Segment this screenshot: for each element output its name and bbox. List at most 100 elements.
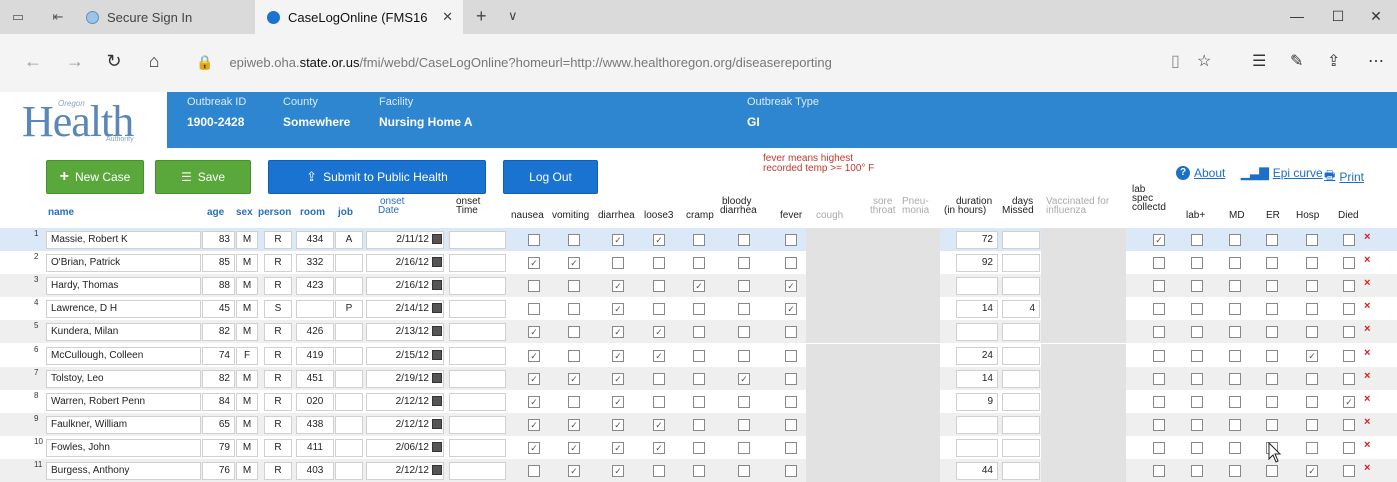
table-row[interactable]: 1 Massie, Robert K 83 M R 434 A 2/11/12 ✓ ✓ 72 ✓ ×: [0, 228, 1397, 251]
person-field[interactable]: R: [264, 370, 292, 388]
maximize-icon[interactable]: ☐: [1328, 8, 1348, 25]
table-row[interactable]: 4 Lawrence, D H 45 M S P 2/14/12 ✓ ✓ 14 4 ×: [0, 297, 1397, 320]
symptom-checkbox[interactable]: ✓: [528, 442, 540, 454]
symptom-checkbox[interactable]: [693, 419, 705, 431]
outcome-checkbox[interactable]: [1266, 350, 1278, 362]
person-field[interactable]: S: [264, 300, 292, 318]
sex-field[interactable]: M: [236, 300, 258, 318]
days-missed-field[interactable]: [1002, 370, 1040, 388]
age-field[interactable]: 82: [202, 323, 235, 341]
person-field[interactable]: R: [264, 254, 292, 272]
symptom-checkbox[interactable]: [738, 257, 750, 269]
table-row[interactable]: 8 Warren, Robert Penn 84 M R 020 2/12/12 ✓ ✓ 9 ✓ ×: [0, 390, 1397, 413]
symptom-checkbox[interactable]: [785, 350, 797, 362]
onset-time-field[interactable]: [449, 323, 506, 341]
share-icon[interactable]: ⇪: [1327, 51, 1340, 71]
outcome-checkbox[interactable]: [1343, 257, 1355, 269]
symptom-checkbox[interactable]: [568, 234, 580, 246]
outcome-checkbox[interactable]: [1343, 373, 1355, 385]
outcome-checkbox[interactable]: [1343, 234, 1355, 246]
outcome-checkbox[interactable]: [1343, 303, 1355, 315]
symptom-checkbox[interactable]: [693, 396, 705, 408]
symptom-checkbox[interactable]: ✓: [653, 442, 665, 454]
job-field[interactable]: [335, 323, 363, 341]
tab-caselogonline[interactable]: CaseLogOnline (FMS16 ✕: [255, 0, 463, 34]
table-row[interactable]: 2 O'Brian, Patrick 85 M R 332 2/16/12 ✓ ✓ 92 ×: [0, 251, 1397, 274]
sex-field[interactable]: F: [236, 347, 258, 365]
duration-field[interactable]: [956, 439, 998, 457]
calendar-icon[interactable]: [432, 419, 442, 429]
age-field[interactable]: 85: [202, 254, 235, 272]
symptom-checkbox[interactable]: [738, 350, 750, 362]
outcome-checkbox[interactable]: [1266, 419, 1278, 431]
name-field[interactable]: Burgess, Anthony: [46, 462, 201, 480]
outcome-checkbox[interactable]: [1191, 396, 1203, 408]
name-field[interactable]: Lawrence, D H: [46, 300, 201, 318]
symptom-checkbox[interactable]: [693, 373, 705, 385]
days-missed-field[interactable]: [1002, 393, 1040, 411]
symptom-checkbox[interactable]: [653, 396, 665, 408]
outcome-checkbox[interactable]: [1266, 257, 1278, 269]
name-field[interactable]: Massie, Robert K: [46, 231, 201, 249]
job-field[interactable]: [335, 277, 363, 295]
person-field[interactable]: R: [264, 439, 292, 457]
job-field[interactable]: [335, 370, 363, 388]
room-field[interactable]: [296, 300, 334, 318]
calendar-icon[interactable]: [432, 350, 442, 360]
outcome-checkbox[interactable]: ✓: [1343, 396, 1355, 408]
age-field[interactable]: 76: [202, 462, 235, 480]
symptom-checkbox[interactable]: [693, 350, 705, 362]
minimize-icon[interactable]: —: [1287, 8, 1307, 24]
age-field[interactable]: 74: [202, 347, 235, 365]
table-row[interactable]: 5 Kundera, Milan 82 M R 426 2/13/12 ✓ ✓ ✓ ×: [0, 320, 1397, 343]
sex-field[interactable]: M: [236, 439, 258, 457]
calendar-icon[interactable]: [432, 326, 442, 336]
room-field[interactable]: 332: [296, 254, 334, 272]
duration-field[interactable]: 92: [956, 254, 998, 272]
symptom-checkbox[interactable]: ✓: [612, 442, 624, 454]
outcome-checkbox[interactable]: [1229, 350, 1241, 362]
outcome-checkbox[interactable]: [1266, 465, 1278, 477]
symptom-checkbox[interactable]: [568, 280, 580, 292]
symptom-checkbox[interactable]: ✓: [612, 280, 624, 292]
calendar-icon[interactable]: [432, 396, 442, 406]
symptom-checkbox[interactable]: ✓: [528, 419, 540, 431]
home-icon[interactable]: ⌂: [143, 51, 165, 72]
outcome-checkbox[interactable]: ✓: [1306, 350, 1318, 362]
onset-time-field[interactable]: [449, 393, 506, 411]
outcome-checkbox[interactable]: [1153, 419, 1165, 431]
table-row[interactable]: 10 Fowles, John 79 M R 411 2/06/12 ✓ ✓ ✓ ✓ ×: [0, 436, 1397, 459]
save-button[interactable]: ☰ Save: [155, 160, 251, 194]
symptom-checkbox[interactable]: ✓: [612, 396, 624, 408]
symptom-checkbox[interactable]: [738, 280, 750, 292]
symptom-checkbox[interactable]: [785, 373, 797, 385]
days-missed-field[interactable]: [1002, 231, 1040, 249]
symptom-checkbox[interactable]: [528, 465, 540, 477]
sex-field[interactable]: M: [236, 277, 258, 295]
duration-field[interactable]: [956, 277, 998, 295]
outcome-checkbox[interactable]: [1306, 234, 1318, 246]
symptom-checkbox[interactable]: [528, 280, 540, 292]
outcome-checkbox[interactable]: [1306, 280, 1318, 292]
symptom-checkbox[interactable]: [738, 442, 750, 454]
room-field[interactable]: 434: [296, 231, 334, 249]
person-field[interactable]: R: [264, 393, 292, 411]
symptom-checkbox[interactable]: ✓: [612, 303, 624, 315]
name-field[interactable]: Kundera, Milan: [46, 323, 201, 341]
job-field[interactable]: P: [335, 300, 363, 318]
person-field[interactable]: R: [264, 323, 292, 341]
outcome-checkbox[interactable]: [1229, 234, 1241, 246]
symptom-checkbox[interactable]: [693, 257, 705, 269]
symptom-checkbox[interactable]: ✓: [612, 350, 624, 362]
outcome-checkbox[interactable]: [1343, 280, 1355, 292]
calendar-icon[interactable]: [432, 442, 442, 452]
outcome-checkbox[interactable]: [1306, 257, 1318, 269]
print-link[interactable]: 🖶 Print: [1324, 166, 1364, 187]
duration-field[interactable]: 14: [956, 300, 998, 318]
symptom-checkbox[interactable]: ✓: [653, 350, 665, 362]
outcome-checkbox[interactable]: [1266, 280, 1278, 292]
symptom-checkbox[interactable]: [785, 442, 797, 454]
pen-notes-icon[interactable]: ✎: [1290, 51, 1303, 71]
outcome-checkbox[interactable]: [1343, 350, 1355, 362]
symptom-checkbox[interactable]: [528, 234, 540, 246]
